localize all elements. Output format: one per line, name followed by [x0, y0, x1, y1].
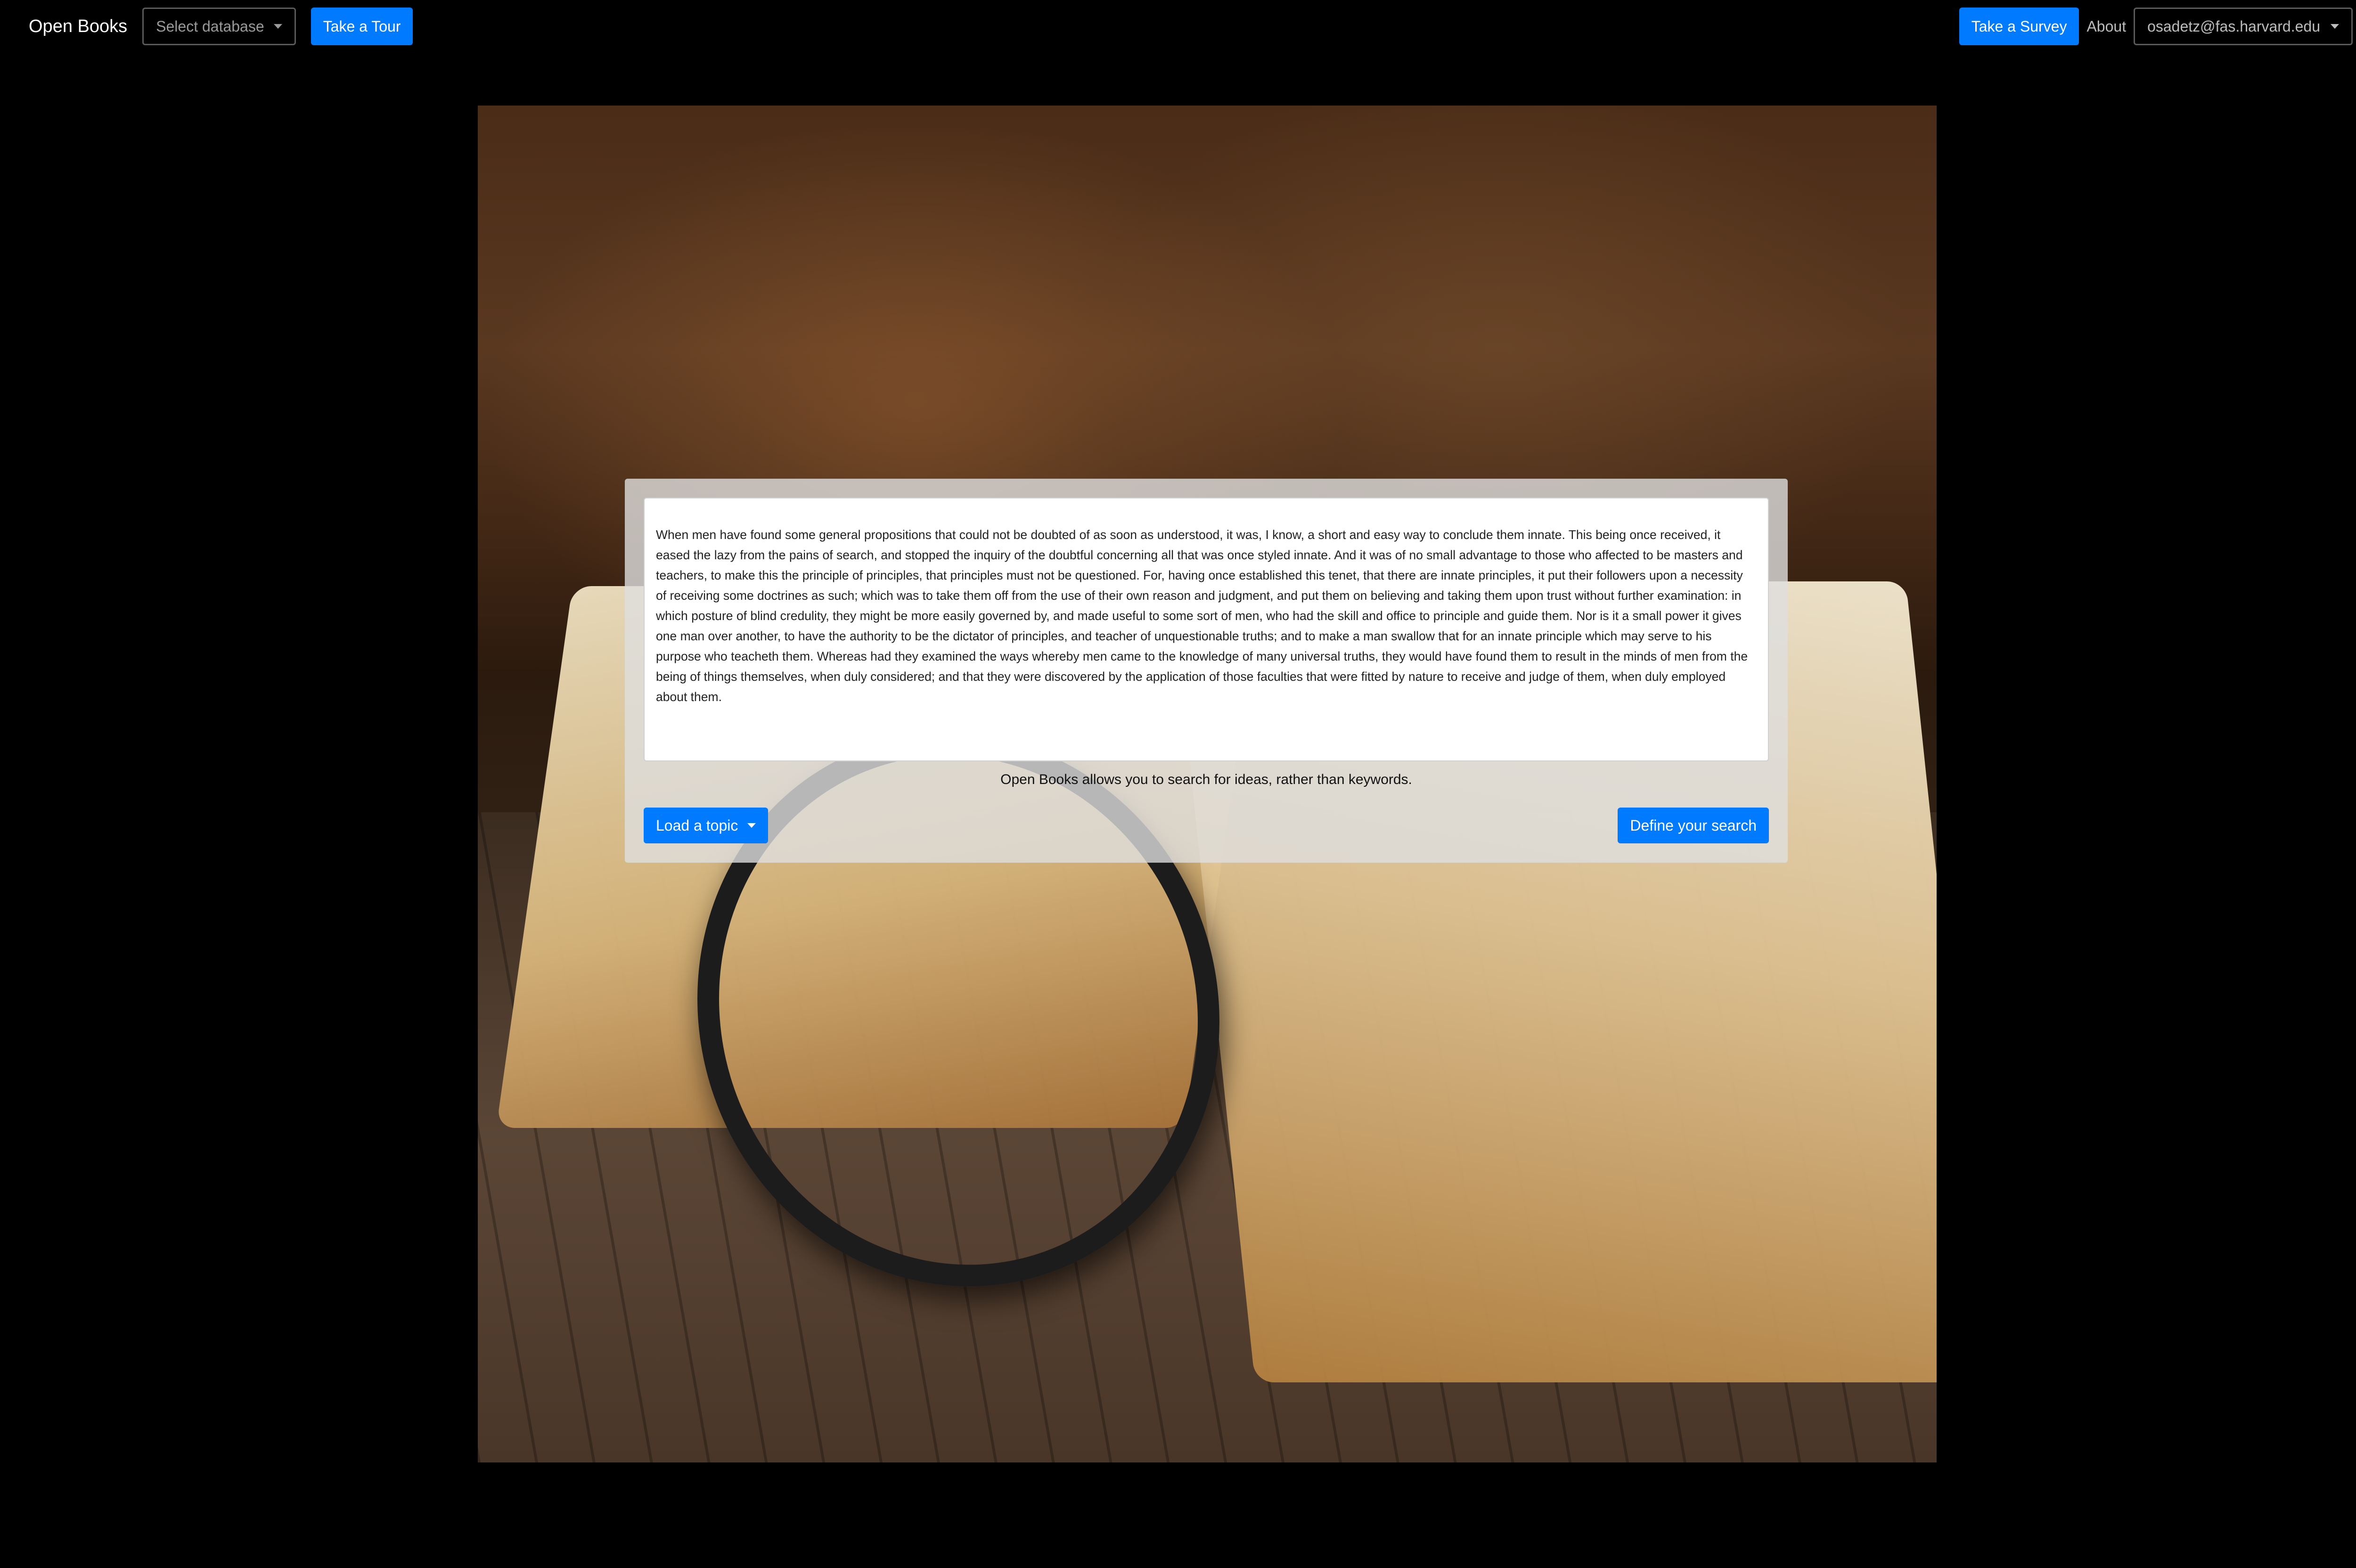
user-account-dropdown[interactable]: osadetz@fas.harvard.edu	[2134, 8, 2353, 45]
select-database-label: Select database	[156, 17, 264, 35]
top-navbar: Open Books Select database Take a Tour T…	[0, 0, 2356, 53]
navbar-right-group: Take a Survey About osadetz@fas.harvard.…	[1959, 8, 2356, 45]
take-tour-button[interactable]: Take a Tour	[311, 8, 413, 45]
load-topic-label: Load a topic	[656, 817, 738, 834]
chevron-down-icon	[2331, 24, 2339, 29]
take-survey-button[interactable]: Take a Survey	[1959, 8, 2079, 45]
chevron-down-icon	[747, 823, 756, 828]
user-email: osadetz@fas.harvard.edu	[2147, 17, 2320, 35]
tagline-text: Open Books allows you to search for idea…	[1000, 772, 1412, 787]
select-database-dropdown[interactable]: Select database	[142, 8, 296, 45]
load-topic-button[interactable]: Load a topic	[644, 808, 769, 843]
search-passage-textarea[interactable]: When men have found some general proposi…	[644, 498, 1769, 761]
search-panel: When men have found some general proposi…	[625, 479, 1788, 863]
brand-logo[interactable]: Open Books	[29, 16, 127, 37]
define-search-button[interactable]: Define your search	[1618, 808, 1769, 843]
about-link[interactable]: About	[2086, 18, 2126, 35]
chevron-down-icon	[273, 24, 282, 29]
